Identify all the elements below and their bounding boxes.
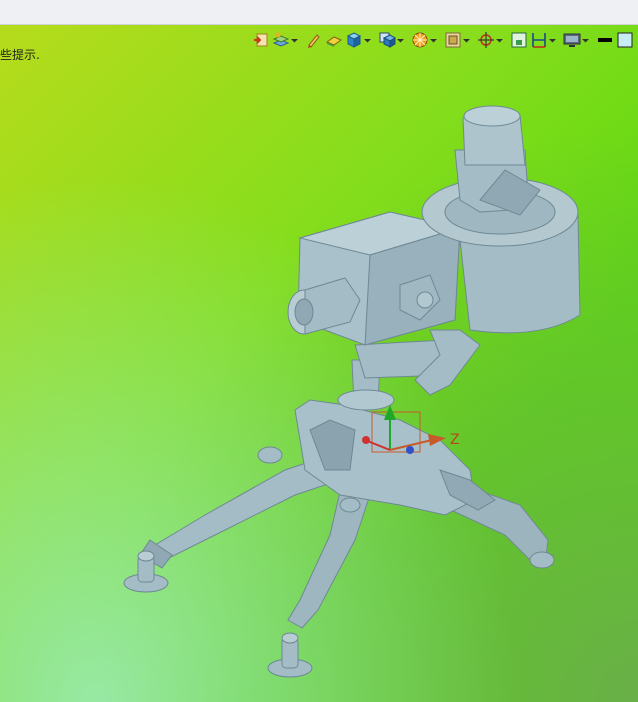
model-scene[interactable]: Z xyxy=(0,0,638,702)
sentry-turret-model xyxy=(123,105,581,678)
turret-leg-back-foot xyxy=(529,551,555,569)
z-axis-label: Z xyxy=(450,432,460,448)
